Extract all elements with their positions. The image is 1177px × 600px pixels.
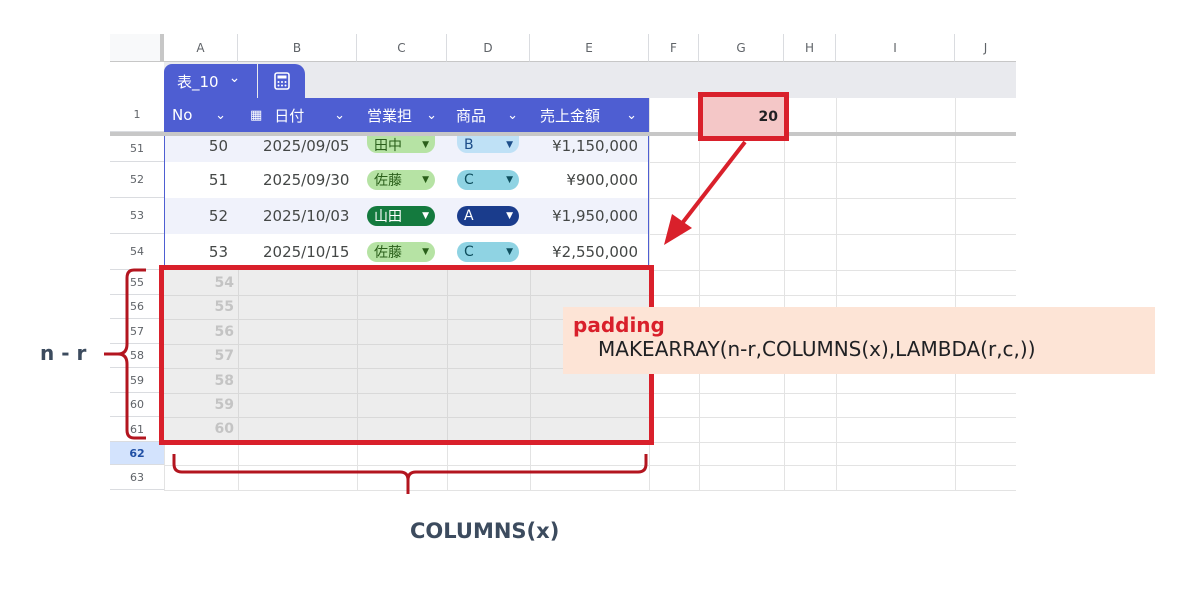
header-date[interactable]: ▦ 日付 ⌄: [238, 98, 357, 132]
dropdown-arrow-icon[interactable]: ▼: [506, 211, 513, 221]
chip-person-label: 田中: [374, 137, 402, 154]
column-header-c[interactable]: C: [357, 34, 447, 62]
cell-g1-value: 20: [758, 108, 778, 125]
chip-product-label: A: [464, 208, 474, 224]
cell-no[interactable]: 52: [165, 198, 238, 234]
dropdown-arrow-icon[interactable]: ▼: [422, 247, 429, 257]
chip-person-label: 山田: [374, 209, 402, 225]
row-header-52[interactable]: 52: [110, 162, 164, 198]
header-product-label: 商品: [456, 106, 487, 125]
header-person-label: 営業担: [367, 106, 413, 125]
chip-person[interactable]: 田中 ▼: [367, 136, 435, 154]
gridline: [649, 270, 1016, 271]
dropdown-arrow-icon[interactable]: ▼: [422, 211, 429, 221]
cell-amount[interactable]: ¥1,150,000: [530, 136, 648, 156]
bottom-brace: [172, 454, 648, 494]
padding-number[interactable]: 57: [164, 344, 238, 368]
gridline: [649, 417, 1016, 418]
gridline: [649, 393, 1016, 394]
padding-number[interactable]: 60: [164, 417, 238, 440]
cell-no[interactable]: 50: [165, 136, 238, 156]
gridline: [649, 295, 1016, 296]
row-header-1[interactable]: 1: [110, 98, 164, 132]
chip-person[interactable]: 佐藤 ▼: [367, 170, 435, 190]
column-header-a[interactable]: A: [164, 34, 238, 62]
chip-person[interactable]: 佐藤 ▼: [367, 242, 435, 262]
column-header-e[interactable]: E: [530, 34, 649, 62]
chip-person[interactable]: 山田 ▼: [367, 206, 435, 226]
row-header-54[interactable]: 54: [110, 234, 164, 270]
header-no-label: No: [172, 106, 193, 124]
cell-no[interactable]: 51: [165, 162, 238, 198]
column-header-d[interactable]: D: [447, 34, 530, 62]
annotation-title: padding: [573, 313, 665, 337]
chip-product[interactable]: C ▼: [457, 170, 519, 190]
column-header-j[interactable]: J: [955, 34, 1016, 62]
table-name-label: 表_10: [177, 72, 219, 91]
gridline: [955, 98, 956, 490]
chevron-down-icon[interactable]: ⌄: [334, 108, 345, 123]
header-no[interactable]: No ⌄: [164, 98, 238, 132]
cell-date[interactable]: 2025/10/03: [263, 198, 358, 234]
cell-date[interactable]: 2025/09/05: [263, 136, 358, 156]
dropdown-arrow-icon[interactable]: ▼: [422, 175, 429, 185]
padding-number[interactable]: 58: [164, 368, 238, 393]
chevron-down-icon[interactable]: ⌄: [215, 108, 226, 123]
dropdown-arrow-icon[interactable]: ▼: [422, 140, 429, 150]
annotation-box: padding MAKEARRAY(n-r,COLUMNS(x),LAMBDA(…: [563, 307, 1155, 374]
chip-product-label: C: [464, 244, 474, 260]
chevron-down-icon[interactable]: ⌄: [426, 108, 437, 123]
row-header-51[interactable]: 51: [110, 136, 164, 162]
table-name-tab[interactable]: 表_10 ⌄: [164, 64, 257, 98]
header-product[interactable]: 商品 ⌄: [447, 98, 530, 132]
corner-cell[interactable]: [110, 34, 164, 62]
cell-date[interactable]: 2025/09/30: [263, 162, 358, 198]
chip-product[interactable]: C ▼: [457, 242, 519, 262]
chip-product-label: C: [464, 172, 474, 188]
chip-product[interactable]: B ▼: [457, 136, 519, 153]
header-amount[interactable]: 売上金額 ⌄: [530, 98, 649, 132]
n-r-label: n - r: [40, 341, 87, 365]
table-tools-tab[interactable]: [258, 64, 305, 98]
gridline: [784, 98, 785, 490]
column-header-b[interactable]: B: [238, 34, 357, 62]
calculator-icon: [273, 72, 290, 90]
chip-product[interactable]: A ▼: [457, 206, 519, 226]
dropdown-arrow-icon[interactable]: ▼: [506, 140, 513, 150]
chip-person-label: 佐藤: [374, 245, 402, 261]
row-header-63[interactable]: 63: [110, 465, 164, 490]
gridline: [836, 98, 837, 490]
columns-label: COLUMNS(x): [410, 519, 560, 543]
cell-amount[interactable]: ¥900,000: [530, 162, 648, 198]
annotation-formula: MAKEARRAY(n-r,COLUMNS(x),LAMBDA(r,c,)): [598, 337, 1036, 361]
column-header-g[interactable]: G: [699, 34, 784, 62]
chip-person-label: 佐藤: [374, 173, 402, 189]
padding-number[interactable]: 56: [164, 319, 238, 344]
row-header-53[interactable]: 53: [110, 198, 164, 234]
chip-product-label: B: [464, 136, 474, 153]
padding-number[interactable]: 59: [164, 393, 238, 417]
dropdown-arrow-icon[interactable]: ▼: [506, 247, 513, 257]
cell-amount[interactable]: ¥1,950,000: [530, 198, 648, 234]
dropdown-arrow-icon[interactable]: ▼: [506, 175, 513, 185]
row-header-62[interactable]: 62: [110, 442, 164, 465]
padding-number[interactable]: 55: [164, 295, 238, 319]
header-amount-label: 売上金額: [540, 106, 601, 125]
arrow-annotation: [664, 140, 747, 245]
chevron-down-icon[interactable]: ⌄: [507, 108, 518, 123]
chevron-down-icon[interactable]: ⌄: [229, 70, 241, 86]
header-date-label: 日付: [274, 106, 305, 125]
chevron-down-icon[interactable]: ⌄: [626, 108, 637, 123]
header-person[interactable]: 営業担 ⌄: [357, 98, 447, 132]
column-header-f[interactable]: F: [649, 34, 699, 62]
table-border-right: [648, 136, 649, 270]
column-header-i[interactable]: I: [836, 34, 955, 62]
left-brace: [104, 268, 146, 440]
padding-number[interactable]: 54: [164, 270, 238, 295]
column-header-h[interactable]: H: [784, 34, 836, 62]
calendar-icon: ▦: [250, 107, 263, 123]
